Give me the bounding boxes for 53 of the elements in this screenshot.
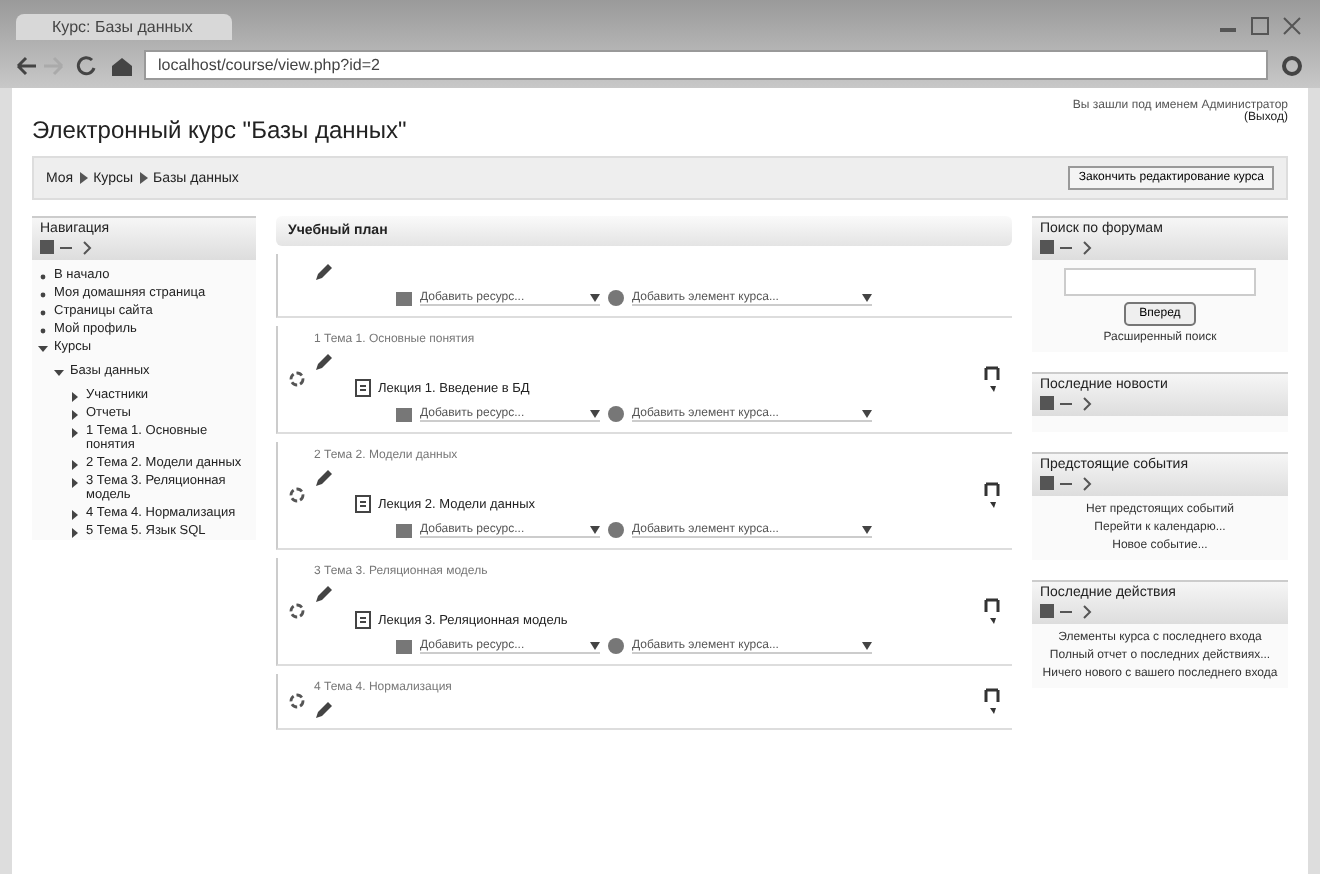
activity-icon [606, 520, 626, 540]
dropdown-icon [862, 409, 872, 417]
caret-icon[interactable] [70, 392, 80, 402]
move-handle-icon[interactable] [984, 597, 1000, 625]
dropdown-icon [862, 525, 872, 533]
resource-icon [394, 520, 414, 540]
resource-icon [394, 288, 414, 308]
caret-icon[interactable] [54, 368, 64, 378]
dropdown-icon [862, 641, 872, 649]
bullet-icon[interactable] [38, 326, 48, 336]
caret-icon[interactable] [70, 478, 80, 488]
separator-icon [139, 172, 148, 184]
course-title: Электронный курс "Базы данных" [32, 116, 407, 144]
edit-pencil-icon[interactable] [314, 468, 332, 488]
resource-icon [394, 636, 414, 656]
window-controls-icon[interactable] [1216, 16, 1304, 36]
edit-pencil-icon[interactable] [314, 352, 332, 372]
edit-pencil-icon[interactable] [314, 262, 332, 282]
caret-icon[interactable] [70, 428, 80, 438]
bullet-icon[interactable] [38, 308, 48, 318]
browser-tab[interactable]: Курс: Базы данных [16, 13, 233, 39]
caret-icon[interactable] [70, 528, 80, 538]
caret-icon[interactable] [70, 510, 80, 520]
dropdown-icon [590, 409, 600, 417]
activity-icon [606, 288, 626, 308]
separator-icon [79, 172, 88, 184]
search-field[interactable] [1064, 268, 1256, 296]
edit-pencil-icon[interactable] [314, 584, 332, 604]
activity-icon [606, 636, 626, 656]
caret-icon[interactable] [70, 460, 80, 470]
highlight-icon[interactable] [287, 602, 305, 620]
expanded-caret-icon[interactable] [38, 344, 48, 354]
highlight-icon[interactable] [287, 370, 305, 388]
navigation-arrows-icon[interactable] [16, 53, 132, 77]
highlight-icon[interactable] [287, 692, 305, 710]
caret-icon[interactable] [70, 410, 80, 420]
document-icon [354, 494, 372, 514]
document-icon [354, 378, 372, 398]
dropdown-icon [590, 525, 600, 533]
move-handle-icon[interactable] [984, 687, 1000, 715]
dropdown-icon [590, 293, 600, 301]
move-handle-icon[interactable] [984, 481, 1000, 509]
activity-icon [606, 404, 626, 424]
dropdown-icon [862, 293, 872, 301]
resource-icon [394, 404, 414, 424]
document-icon [354, 610, 372, 630]
bullet-icon[interactable] [38, 290, 48, 300]
bullet-icon[interactable] [38, 272, 48, 282]
highlight-icon[interactable] [287, 486, 305, 504]
edit-pencil-icon[interactable] [314, 700, 332, 720]
move-handle-icon[interactable] [984, 365, 1000, 393]
dropdown-icon [590, 641, 600, 649]
address-field[interactable]: localhost/course/view.php?id=2 [144, 50, 1268, 80]
